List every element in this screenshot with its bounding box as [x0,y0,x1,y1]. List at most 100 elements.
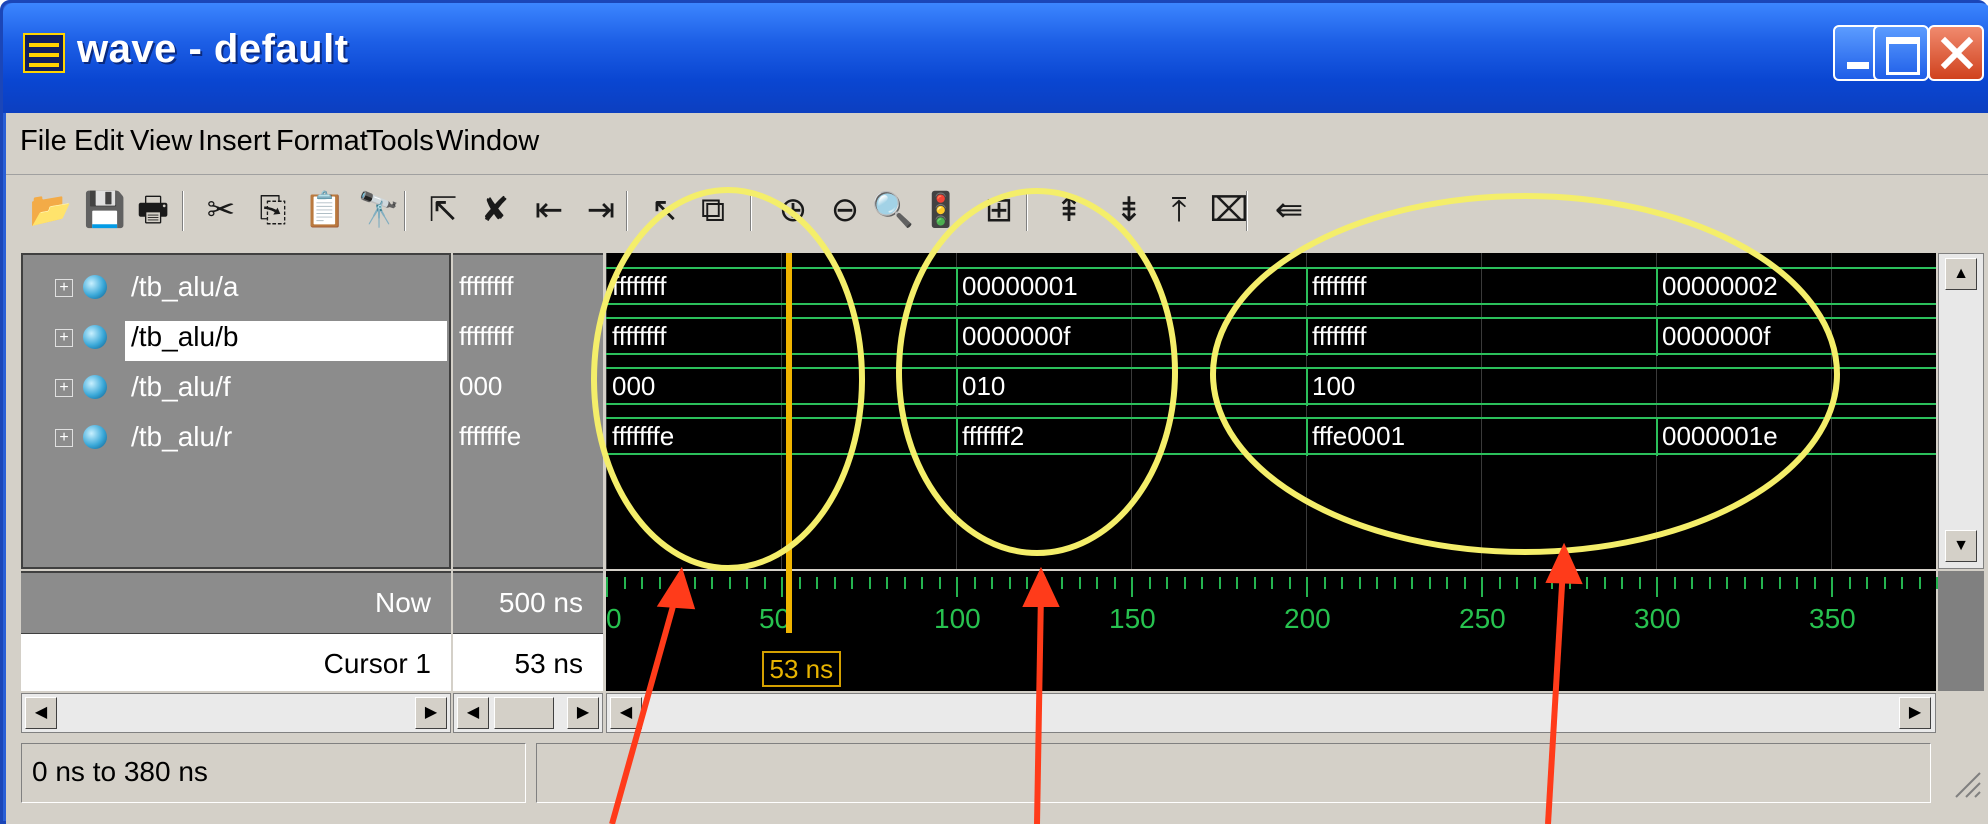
zoom-mode-icon[interactable]: ⧉ [690,187,736,233]
vertical-scrollbar[interactable]: ▲ ▼ [1938,253,1984,569]
values-horizontal-scrollbar[interactable]: ◀ ▶ [453,693,603,733]
find-previous-edge-icon[interactable]: ⇞ [1046,187,1092,233]
values-scroll-right-button[interactable]: ▶ [567,697,599,729]
ruler-label: 300 [1634,603,1681,634]
signal-row[interactable]: + /tb_alu/b [23,313,449,367]
menu-window[interactable]: Window [436,125,539,158]
menu-tools[interactable]: Tools [366,125,434,158]
menu-file[interactable]: File [20,125,67,158]
scroll-up-button[interactable]: ▲ [1945,258,1977,290]
expand-icon[interactable]: + [55,329,73,347]
ruler-tick [746,577,748,589]
ruler-tick [1481,577,1483,597]
title-bar[interactable]: wave - default [3,3,1988,113]
cursor-value-cell[interactable]: 53 ns [453,633,603,691]
bus-transition [1306,318,1308,356]
close-button[interactable] [1928,25,1984,81]
menu-format[interactable]: Format [276,125,368,158]
save-icon[interactable]: 💾 [82,187,128,233]
ruler-tick [1673,577,1676,589]
paste-icon[interactable]: 📋 [302,187,348,233]
wave-horizontal-scrollbar[interactable]: ◀ ▶ [606,693,1936,733]
cursor-line[interactable] [785,253,792,633]
names-horizontal-scrollbar[interactable]: ◀ ▶ [21,693,451,733]
ruler-tick [991,577,993,589]
ruler-tick [1603,577,1606,589]
status-range-panel: 0 ns to 380 ns [21,743,526,803]
toolbar-separator [750,191,752,231]
ruler-tick [606,577,608,597]
grid-line [606,253,607,569]
bus-value-label: fffe0001 [1312,421,1406,451]
bus-line-top [606,317,1936,319]
ruler-tick [956,577,958,597]
application-window: wave - default File Edit View Insert Format T… [0,0,1988,824]
ruler-tick [1621,577,1623,589]
insert-divider-icon[interactable]: ⇤ [526,187,572,233]
open-icon[interactable]: 📂 [28,187,74,233]
zoom-out-icon[interactable]: ⊖ [822,187,868,233]
wave-scroll-left-button[interactable]: ◀ [610,697,642,729]
ruler-label: 200 [1284,603,1331,634]
delete-icon[interactable]: ✘ [472,187,518,233]
select-add-icon[interactable]: ⇱ [420,187,466,233]
exit-icon[interactable]: ⇚ [1266,187,1312,233]
ruler-tick [658,577,661,589]
insert-breakpoint-icon[interactable]: ⇥ [578,187,624,233]
ruler-tick [1376,577,1378,589]
cursor-flag[interactable]: 53 ns [761,651,842,687]
ruler-tick [1131,577,1133,597]
waveform-pane[interactable]: ffffffff 00000001 ffffffff 00000002 ffffffff… [606,253,1936,569]
wave-app-icon [23,33,65,73]
find-first-edge-icon[interactable]: ⤒ [1156,187,1202,233]
signal-row[interactable]: + /tb_alu/r [23,413,449,467]
zoom-cursor-icon[interactable]: 🚦 [918,187,964,233]
expand-icon[interactable]: + [55,379,73,397]
now-label-cell: Now [21,571,451,633]
bus-transition [956,318,958,356]
signal-row[interactable]: + /tb_alu/f [23,363,449,417]
status-message-panel [536,743,1931,803]
ruler-label: 100 [934,603,981,634]
wave-scroll-right-button[interactable]: ▶ [1899,697,1931,729]
signal-value-row: ffffffff [453,263,603,317]
status-range-text: 0 ns to 380 ns [32,756,208,787]
cut-icon[interactable]: ✂ [198,187,244,233]
select-mode-icon[interactable]: ↖ [642,187,688,233]
signal-values-pane[interactable]: ffffffff ffffffff 000 fffffffe [453,253,603,569]
menu-view[interactable]: View [130,125,192,158]
scroll-down-button[interactable]: ▼ [1945,530,1977,562]
zoom-full-icon[interactable]: 🔍 [870,187,916,233]
print-icon[interactable]: 🖶 [130,187,176,233]
find-next-edge-icon[interactable]: ⇟ [1106,187,1152,233]
signal-names-pane[interactable]: + /tb_alu/a + /tb_alu/b + /tb_alu/f + /tb_alu/r [21,253,451,569]
menu-insert[interactable]: Insert [198,125,271,158]
bus-line-top [606,417,1936,419]
bus-value-label: 0000001e [1662,421,1778,451]
names-scroll-right-button[interactable]: ▶ [415,697,447,729]
expand-icon[interactable]: + [55,429,73,447]
menu-edit[interactable]: Edit [74,125,124,158]
maximize-button[interactable] [1873,25,1929,81]
bus-value-label: ffffffff [1312,321,1367,351]
expand-icon[interactable]: + [55,279,73,297]
find-icon[interactable]: 🔭 [356,187,402,233]
resize-grip-icon[interactable] [1946,763,1982,799]
ruler-tick [851,577,853,589]
cursor-label-cell[interactable]: Cursor 1 [21,633,451,691]
zoom-in-icon[interactable]: ⊕ [770,187,816,233]
ruler-tick [1813,577,1816,589]
cursor-value: 53 ns [514,648,584,679]
values-scroll-thumb[interactable] [494,697,554,729]
toolbar: 📂 💾 🖶 ✂ ⎘ 📋 🔭 ⇱ ✘ ⇤ ⇥ ↖ ⧉ ⊕ ⊖ 🔍 🚦 ⊞ ⇞ ⇟ ⤒ ⌧ ⇚ [6,179,1988,245]
ruler-tick [816,577,818,589]
signal-name: /tb_alu/b [125,321,447,361]
insert-cursor-icon[interactable]: ⊞ [976,187,1022,233]
time-ruler[interactable]: 53 ns 0 50 100 150 200 250 300 350 [606,571,1938,691]
bus-line-bottom [606,403,1936,405]
ruler-tick [676,577,678,589]
values-scroll-left-button[interactable]: ◀ [457,697,489,729]
copy-icon[interactable]: ⎘ [250,187,296,233]
signal-row[interactable]: + /tb_alu/a [23,263,449,317]
names-scroll-left-button[interactable]: ◀ [25,697,57,729]
